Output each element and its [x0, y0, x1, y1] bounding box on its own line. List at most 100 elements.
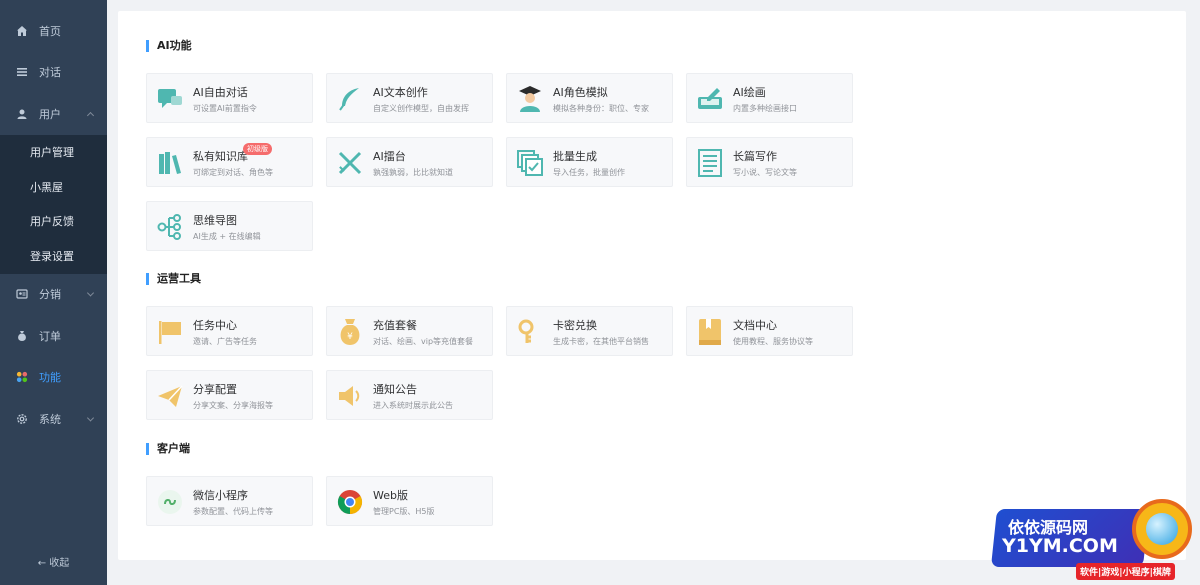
grid-icon	[15, 370, 29, 384]
magnifier-icon	[1132, 499, 1192, 559]
card-ai-arena[interactable]: AI擂台 孰强孰弱，比比就知道	[326, 137, 493, 187]
money-bag-icon: ¥	[336, 318, 364, 346]
menu-label: 对话	[39, 66, 61, 80]
watermark-tagline: 软件|游戏|小程序|棋牌	[1076, 563, 1175, 580]
card-ai-role[interactable]: AI角色模拟 模拟各种身份：职位、专家	[506, 73, 673, 123]
card-title: AI绘画	[733, 86, 766, 99]
submenu-item-feedback[interactable]: 用户反馈	[0, 204, 107, 239]
list-icon	[15, 65, 29, 79]
menu-item-home[interactable]: 首页	[0, 10, 107, 52]
watermark-logo: 依依源码网 Y1YM.COM 软件|游戏|小程序|棋牌	[980, 497, 1200, 585]
card-knowledge-base[interactable]: 私有知识库 初级版 可绑定到对话、角色等	[146, 137, 313, 187]
section-title-ops: 运营工具	[146, 273, 201, 285]
menu-label: 功能	[39, 371, 61, 385]
speaker-icon	[336, 382, 364, 410]
card-title: 批量生成	[553, 150, 597, 163]
section-title-ai: AI功能	[146, 40, 192, 52]
card-desc: 模拟各种身份：职位、专家	[553, 104, 649, 113]
card-desc: 导入任务，批量创作	[553, 168, 625, 177]
svg-text:¥: ¥	[347, 332, 353, 342]
batch-icon	[516, 149, 544, 177]
card-title: 微信小程序	[193, 489, 248, 502]
card-desc: 对话、绘画、vip等充值套餐	[373, 337, 474, 346]
paper-plane-icon	[156, 382, 184, 410]
submenu-item-user-management[interactable]: 用户管理	[0, 135, 107, 170]
chevron-up-icon	[86, 111, 95, 119]
book-icon	[696, 318, 724, 346]
menu-item-distribution[interactable]: 分销	[0, 274, 107, 316]
menu-item-chat[interactable]: 对话	[0, 52, 107, 94]
card-ai-chat[interactable]: AI自由对话 可设置AI前置指令	[146, 73, 313, 123]
distribution-icon	[15, 287, 29, 301]
card-desc: AI生成 + 在线编辑	[193, 232, 261, 241]
card-long-writing[interactable]: 长篇写作 写小说、写论文等	[686, 137, 853, 187]
card-desc: 参数配置、代码上传等	[193, 507, 273, 516]
card-title: 卡密兑换	[553, 319, 597, 332]
key-icon	[516, 318, 544, 346]
card-doc-center[interactable]: 文档中心 使用教程、服务协议等	[686, 306, 853, 356]
submenu-item-blacklist[interactable]: 小黑屋	[0, 169, 107, 204]
mini-program-icon	[156, 488, 184, 516]
menu-item-system[interactable]: 系统	[0, 398, 107, 440]
menu-label: 分销	[39, 288, 61, 302]
section-title-client: 客户端	[146, 443, 190, 455]
feather-icon	[336, 85, 364, 113]
card-desc: 可绑定到对话、角色等	[193, 168, 273, 177]
watermark-domain: Y1YM.COM	[1002, 535, 1118, 557]
chrome-icon	[336, 488, 364, 516]
menu-item-orders[interactable]: 订单	[0, 315, 107, 357]
card-ai-text[interactable]: AI文本创作 自定义创作模型，自由发挥	[326, 73, 493, 123]
books-icon	[156, 149, 184, 177]
card-title: 私有知识库	[193, 150, 248, 163]
chevron-down-icon	[86, 289, 95, 297]
chat-bubble-icon	[156, 85, 184, 113]
card-title: 长篇写作	[733, 150, 777, 163]
card-mind-map[interactable]: 思维导图 AI生成 + 在线编辑	[146, 201, 313, 251]
card-desc: 自定义创作模型，自由发挥	[373, 104, 469, 113]
card-title: AI角色模拟	[553, 86, 608, 99]
submenu-item-login-settings[interactable]: 登录设置	[0, 239, 107, 274]
card-desc: 孰强孰弱，比比就知道	[373, 168, 453, 177]
card-title: 思维导图	[193, 214, 237, 227]
card-desc: 内置多种绘画接口	[733, 104, 797, 113]
document-icon	[696, 149, 724, 177]
card-card-redeem[interactable]: 卡密兑换 生成卡密，在其他平台销售	[506, 306, 673, 356]
gear-icon	[15, 412, 29, 426]
tier-badge: 初级版	[243, 143, 272, 155]
card-ai-painting[interactable]: AI绘画 内置多种绘画接口	[686, 73, 853, 123]
card-recharge-plans[interactable]: ¥ 充值套餐 对话、绘画、vip等充值套餐	[326, 306, 493, 356]
card-title: Web版	[373, 489, 408, 502]
card-desc: 可设置AI前置指令	[193, 104, 257, 113]
card-title: AI文本创作	[373, 86, 428, 99]
card-task-center[interactable]: 任务中心 邀请、广告等任务	[146, 306, 313, 356]
card-desc: 分享文案、分享海报等	[193, 401, 273, 410]
card-announcement[interactable]: 通知公告 进入系统时展示此公告	[326, 370, 493, 420]
menu-item-features[interactable]: 功能	[0, 357, 107, 399]
mindmap-icon	[156, 213, 184, 241]
user-submenu: 用户管理 小黑屋 用户反馈 登录设置	[0, 134, 107, 274]
collapse-button[interactable]: ← 收起	[0, 554, 107, 569]
card-title: AI擂台	[373, 150, 406, 163]
card-wechat-mini-program[interactable]: 微信小程序 参数配置、代码上传等	[146, 476, 313, 526]
menu-item-user[interactable]: 用户	[0, 93, 107, 135]
card-desc: 管理PC版、H5版	[373, 507, 435, 516]
card-title: 充值套餐	[373, 319, 417, 332]
card-title: 分享配置	[193, 383, 237, 396]
chevron-down-icon	[86, 414, 95, 422]
card-desc: 使用教程、服务协议等	[733, 337, 813, 346]
swords-icon	[336, 149, 364, 177]
card-desc: 生成卡密，在其他平台销售	[553, 337, 649, 346]
card-desc: 进入系统时展示此公告	[373, 401, 453, 410]
menu-label: 系统	[39, 412, 61, 426]
sidebar: 首页 对话 用户 用户管理 小黑屋 用户反馈 登录设置 分销 订单 功能 系统 …	[0, 0, 107, 585]
card-share-config[interactable]: 分享配置 分享文案、分享海报等	[146, 370, 313, 420]
painting-icon	[696, 85, 724, 113]
money-bag-icon	[15, 329, 29, 343]
card-web-version[interactable]: Web版 管理PC版、H5版	[326, 476, 493, 526]
card-title: 通知公告	[373, 383, 417, 396]
card-desc: 写小说、写论文等	[733, 168, 797, 177]
menu-label: 用户	[39, 107, 61, 121]
flag-icon	[156, 318, 184, 346]
card-desc: 邀请、广告等任务	[193, 337, 257, 346]
card-batch-generate[interactable]: 批量生成 导入任务，批量创作	[506, 137, 673, 187]
